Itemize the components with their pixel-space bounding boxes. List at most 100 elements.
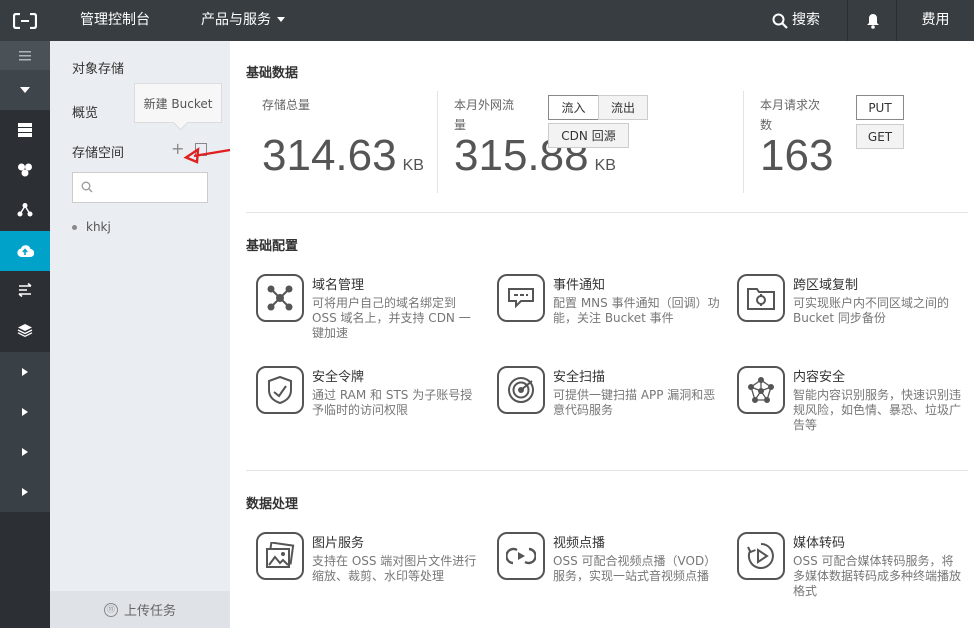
oss-sidebar: 对象存储 概览 新建 Bucket 存储空间 + khkj ⑪ 上传任务	[50, 41, 230, 628]
new-bucket-tooltip: 新建 Bucket	[134, 83, 222, 123]
rail-item-oss[interactable]	[0, 231, 50, 271]
cluster-icon	[18, 163, 32, 177]
feature-name: 视频点播	[553, 536, 606, 551]
notifications-button[interactable]	[847, 0, 897, 41]
divider-vertical	[437, 91, 438, 193]
rail-item-network[interactable]	[0, 190, 50, 230]
bucket-name: khkj	[86, 220, 111, 234]
upload-count-icon: ⑪	[103, 602, 118, 617]
get-button[interactable]: GET	[856, 124, 904, 149]
rail-collapse[interactable]	[0, 70, 50, 110]
monthly-requests-value: 163	[760, 131, 834, 180]
section-divider	[246, 470, 968, 471]
feature-name: 安全扫描	[553, 370, 606, 385]
replication-icon	[737, 274, 785, 322]
storage-total-unit: KB	[402, 157, 424, 174]
chevron-right-icon	[22, 448, 28, 456]
transfer-icon	[18, 283, 32, 297]
feature-desc: 支持在 OSS 端对图片文件进行缩放、裁剪、水印等处理	[312, 554, 477, 583]
rail-item-layers[interactable]	[0, 310, 50, 350]
cloud-upload-icon	[17, 245, 34, 258]
server-icon	[18, 123, 32, 137]
bucket-item[interactable]: khkj	[72, 220, 111, 234]
cdn-origin-button[interactable]: CDN 回源	[548, 123, 629, 148]
feature-replication[interactable]: 跨区域复制 可实现账户内不同区域之间的 Bucket 同步备份	[737, 274, 967, 354]
feature-desc: 可提供一键扫描 APP 漏洞和恶意代码服务	[553, 388, 716, 417]
upload-label: 上传任务	[123, 604, 176, 619]
traffic-out-button[interactable]: 流出	[598, 95, 648, 120]
chevron-down-icon	[277, 17, 285, 22]
chevron-right-icon	[22, 488, 28, 496]
chevron-right-icon	[22, 368, 28, 376]
console-link[interactable]: 管理控制台	[80, 0, 150, 41]
event-icon	[497, 274, 545, 322]
feature-vod[interactable]: 视频点播 OSS 可配合视频点播（VOD）服务，实现一站式音视频点播	[497, 532, 727, 612]
sidebar-title: 对象存储	[72, 62, 125, 77]
hamburger-icon	[19, 50, 31, 60]
upload-tasks-button[interactable]: ⑪ 上传任务	[50, 591, 230, 628]
feature-transcode[interactable]: 媒体转码 OSS 可配合媒体转码服务，将多媒体数据转码成多种终端播放格式	[737, 532, 967, 612]
rail-item-cluster[interactable]	[0, 150, 50, 190]
caret-down-icon	[20, 87, 30, 93]
rail-expand-1[interactable]	[0, 352, 50, 392]
feature-desc: 可实现账户内不同区域之间的 Bucket 同步备份	[793, 296, 950, 325]
token-icon	[256, 366, 304, 414]
put-button[interactable]: PUT	[856, 95, 904, 120]
storage-total-label: 存储总量	[262, 98, 311, 112]
bucket-search-input[interactable]	[72, 172, 208, 203]
feature-name: 域名管理	[312, 278, 365, 293]
products-menu[interactable]: 产品与服务	[201, 0, 285, 41]
monthly-requests-label: 本月请求次数	[760, 98, 821, 132]
rail-item-ecs[interactable]	[0, 110, 50, 150]
feature-name: 跨区域复制	[793, 278, 859, 293]
chevron-right-icon	[22, 408, 28, 416]
sidebar-item-overview[interactable]: 概览	[72, 102, 98, 121]
feature-token[interactable]: 安全令牌 通过 RAM 和 STS 为子账号授予临时的访问权限	[256, 366, 486, 446]
menu-toggle[interactable]	[0, 41, 50, 70]
bell-icon	[866, 13, 879, 29]
rail-expand-3[interactable]	[0, 432, 50, 472]
feature-domain[interactable]: 域名管理 可将用户自己的域名绑定到 OSS 域名上，并支持 CDN 一键加速	[256, 274, 486, 354]
basic-data-title: 基础数据	[246, 66, 299, 81]
feature-name: 安全令牌	[312, 370, 365, 385]
feature-event[interactable]: 事件通知 配置 MNS 事件通知（回调）功能，关注 Bucket 事件	[497, 274, 727, 354]
feature-name: 事件通知	[553, 278, 606, 293]
monthly-traffic-label: 本月外网流量	[454, 98, 515, 132]
feature-name: 内容安全	[793, 370, 846, 385]
feature-content-security[interactable]: 内容安全 智能内容识别服务，快速识别违规风险，如色情、暴恐、垃圾广告等	[737, 366, 967, 446]
rail-expand-2[interactable]	[0, 392, 50, 432]
domain-icon	[256, 274, 304, 322]
feature-name: 媒体转码	[793, 536, 846, 551]
storage-total-value: 314.63 KB	[262, 134, 424, 188]
storage-space-heading: 存储空间	[72, 146, 125, 161]
feature-desc: 通过 RAM 和 STS 为子账号授予临时的访问权限	[312, 388, 473, 417]
scan-icon	[497, 366, 545, 414]
section-divider	[246, 212, 968, 213]
video-icon	[497, 532, 545, 580]
bullet-icon	[72, 224, 77, 230]
feature-image[interactable]: 图片服务 支持在 OSS 端对图片文件进行缩放、裁剪、水印等处理	[256, 532, 486, 612]
feature-desc: OSS 可配合媒体转码服务，将多媒体数据转码成多种终端播放格式	[793, 554, 962, 598]
layers-icon	[17, 324, 33, 337]
feature-desc: OSS 可配合视频点播（VOD）服务，实现一站式音视频点播	[553, 554, 717, 583]
monthly-traffic-unit: KB	[594, 157, 616, 174]
search-button[interactable]: 搜索	[772, 0, 820, 41]
divider-vertical	[743, 91, 744, 193]
aliyun-logo-icon[interactable]	[0, 0, 50, 41]
main-content: 基础数据 存储总量 314.63 KB 本月外网流量 315.88 KB 流入 流出…	[230, 41, 974, 628]
feature-name: 图片服务	[312, 536, 365, 551]
feature-scan[interactable]: 安全扫描 可提供一键扫描 APP 漏洞和恶意代码服务	[497, 366, 727, 446]
feature-desc: 配置 MNS 事件通知（回调）功能，关注 Bucket 事件	[553, 296, 720, 325]
fee-button[interactable]: 费用	[896, 0, 974, 41]
storage-total-number: 314.63	[262, 131, 397, 180]
search-icon	[772, 13, 788, 29]
network-icon	[17, 203, 33, 217]
rail-expand-4[interactable]	[0, 472, 50, 512]
rail-item-transfer[interactable]	[0, 270, 50, 310]
data-processing-title: 数据处理	[246, 497, 299, 512]
traffic-in-button[interactable]: 流入	[548, 95, 599, 120]
basic-config-title: 基础配置	[246, 239, 299, 254]
feature-desc: 智能内容识别服务，快速识别违规风险，如色情、暴恐、垃圾广告等	[793, 388, 962, 432]
icon-rail	[0, 41, 50, 628]
content-icon	[737, 366, 785, 414]
